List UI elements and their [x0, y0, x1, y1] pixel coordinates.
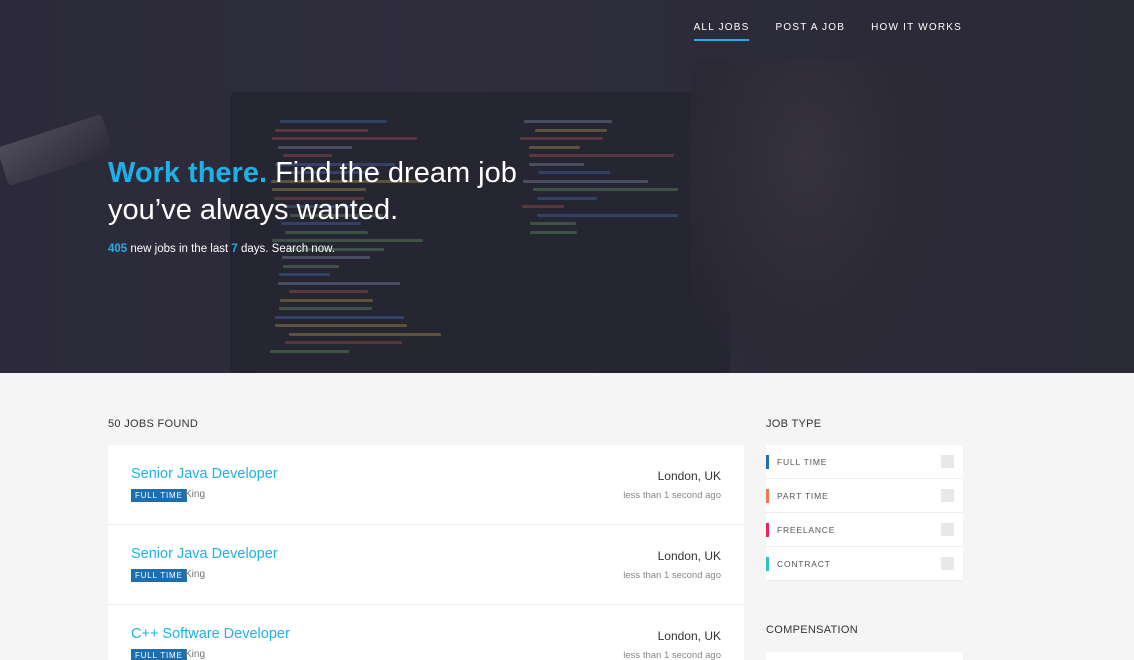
nav-how-it-works[interactable]: HOW IT WORKS	[871, 22, 962, 41]
job-card[interactable]: Senior Java Developer FULL TIME King Lon…	[108, 525, 744, 605]
jobs-found-count: 50 JOBS FOUND	[108, 418, 199, 430]
filter-part-time[interactable]: PART TIME	[766, 479, 963, 513]
company-name: King	[185, 569, 206, 580]
new-jobs-count: 405	[108, 243, 128, 255]
job-card[interactable]: Senior Java Developer FULL TIME King Lon…	[108, 445, 744, 525]
job-title-link[interactable]: Senior Java Developer	[131, 546, 278, 562]
job-type-badge: FULL TIME	[131, 649, 187, 660]
job-posted-time: less than 1 second ago	[623, 570, 721, 581]
filter-label: CONTRACT	[777, 559, 831, 569]
job-type-heading: JOB TYPE	[766, 418, 822, 430]
job-location: London, UK	[657, 549, 721, 563]
hero-subline: 405 new jobs in the last 7 days. Search …	[108, 243, 335, 255]
filter-label: FREELANCE	[777, 525, 836, 535]
filter-label: FULL TIME	[777, 457, 828, 467]
top-nav: ALL JOBS POST A JOB HOW IT WORKS	[693, 22, 962, 41]
filter-checkbox[interactable]	[941, 523, 954, 536]
hero-headline: Work there. Find the dream job you’ve al…	[108, 155, 548, 229]
job-location: London, UK	[657, 469, 721, 483]
job-type-badge: FULL TIME	[131, 489, 187, 502]
job-posted-time: less than 1 second ago	[623, 490, 721, 501]
company-name: King	[185, 489, 206, 500]
company-name: King	[185, 649, 206, 660]
job-posted-time: less than 1 second ago	[623, 650, 721, 660]
nav-all-jobs[interactable]: ALL JOBS	[693, 22, 750, 41]
compensation-filter[interactable]	[766, 652, 963, 660]
job-type-filter: FULL TIME PART TIME FREELANCE CONTRACT	[766, 445, 963, 581]
filter-checkbox[interactable]	[941, 489, 954, 502]
filter-checkbox[interactable]	[941, 557, 954, 570]
type-color-bar	[766, 489, 769, 503]
job-title-link[interactable]: Senior Java Developer	[131, 466, 278, 482]
filter-checkbox[interactable]	[941, 455, 954, 468]
job-location: London, UK	[657, 629, 721, 643]
filter-full-time[interactable]: FULL TIME	[766, 445, 963, 479]
job-type-badge: FULL TIME	[131, 569, 187, 582]
job-list: Senior Java Developer FULL TIME King Lon…	[108, 445, 744, 660]
type-color-bar	[766, 557, 769, 571]
compensation-heading: COMPENSATION	[766, 624, 859, 636]
type-color-bar	[766, 455, 769, 469]
hero-banner: ALL JOBS POST A JOB HOW IT WORKS Work th…	[0, 0, 1134, 373]
job-card[interactable]: C++ Software Developer FULL TIME King Lo…	[108, 605, 744, 660]
nav-post-a-job[interactable]: POST A JOB	[775, 22, 845, 41]
headline-accent: Work there.	[108, 157, 268, 189]
filter-freelance[interactable]: FREELANCE	[766, 513, 963, 547]
filter-contract[interactable]: CONTRACT	[766, 547, 963, 581]
job-title-link[interactable]: C++ Software Developer	[131, 626, 290, 642]
type-color-bar	[766, 523, 769, 537]
filter-label: PART TIME	[777, 491, 829, 501]
